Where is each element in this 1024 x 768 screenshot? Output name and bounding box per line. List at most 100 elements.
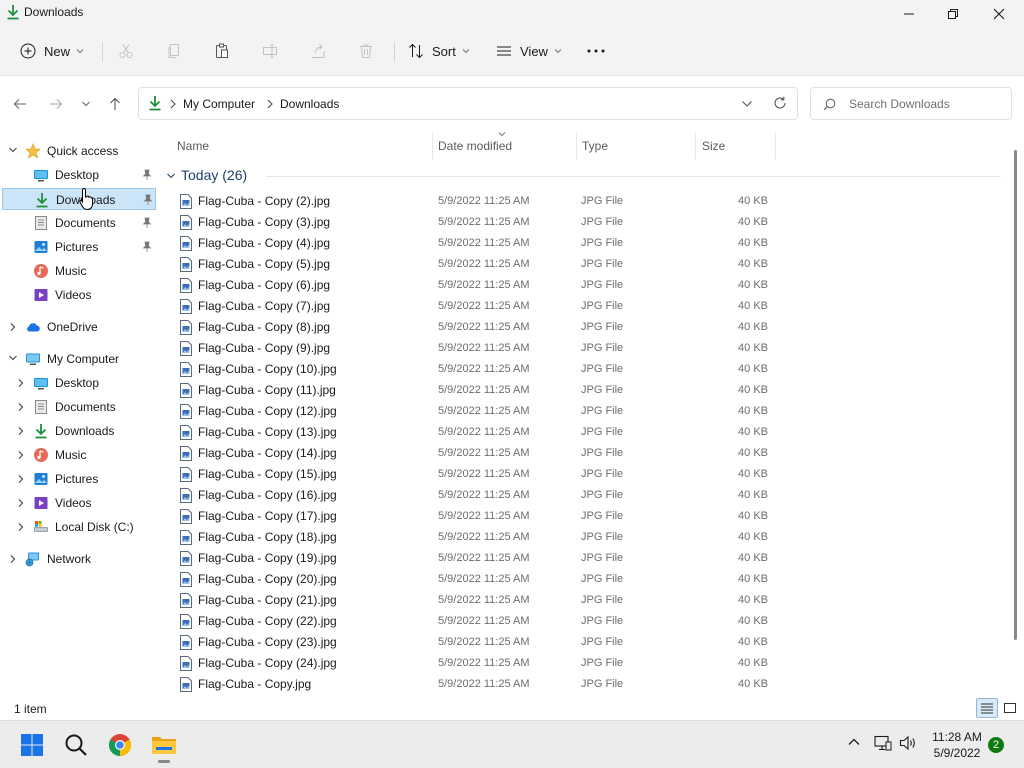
chevron-right-icon[interactable] [17,522,25,532]
chevron-right-icon[interactable] [17,450,25,460]
file-row[interactable]: Flag-Cuba - Copy (2).jpg 5/9/2022 11:25 A… [176,191,776,212]
file-row[interactable]: Flag-Cuba - Copy (8).jpg 5/9/2022 11:25 A… [176,317,776,338]
sidebar-item-computer-documents[interactable]: Documents [2,396,156,418]
close-button[interactable] [976,0,1022,28]
paste-button[interactable] [214,38,230,64]
chrome-taskbar-button[interactable] [104,729,136,761]
chevron-down-icon[interactable] [8,354,18,362]
start-button[interactable] [16,729,48,761]
sort-button[interactable]: Sort [408,38,470,64]
chevron-right-icon[interactable] [17,426,25,436]
chevron-right-icon[interactable] [9,322,17,332]
sidebar-item-computer-desktop[interactable]: Desktop [2,372,156,394]
sidebar-item-documents[interactable]: Documents [2,212,156,234]
network-tray-icon[interactable] [874,735,892,751]
file-row[interactable]: Flag-Cuba - Copy (24).jpg 5/9/2022 11:25 … [176,653,776,674]
refresh-icon[interactable] [773,96,787,110]
chevron-right-icon[interactable] [9,554,17,564]
column-divider[interactable] [695,133,696,159]
file-row[interactable]: Flag-Cuba - Copy (11).jpg 5/9/2022 11:25 … [176,380,776,401]
chevron-down-icon[interactable] [8,146,18,154]
column-header-name[interactable]: Name [177,139,209,153]
sidebar-item-local-disk[interactable]: Local Disk (C:) [2,516,156,538]
group-header-today[interactable]: Today (26) [166,167,1002,187]
file-row[interactable]: Flag-Cuba - Copy (18).jpg 5/9/2022 11:25 … [176,527,776,548]
sidebar-item-computer-pictures[interactable]: Pictures [2,468,156,490]
sidebar-item-desktop[interactable]: Desktop [2,164,156,186]
column-header-type[interactable]: Type [582,139,608,153]
file-row[interactable]: Flag-Cuba - Copy (19).jpg 5/9/2022 11:25 … [176,548,776,569]
file-row[interactable]: Flag-Cuba - Copy (6).jpg 5/9/2022 11:25 A… [176,275,776,296]
column-header-date[interactable]: Date modified [438,139,512,153]
file-row[interactable]: Flag-Cuba - Copy (17).jpg 5/9/2022 11:25 … [176,506,776,527]
file-row[interactable]: Flag-Cuba - Copy (22).jpg 5/9/2022 11:25 … [176,611,776,632]
restore-button[interactable] [930,0,976,28]
pin-icon[interactable] [142,169,152,181]
chevron-right-icon[interactable] [17,402,25,412]
file-row[interactable]: Flag-Cuba - Copy (3).jpg 5/9/2022 11:25 A… [176,212,776,233]
column-header-size[interactable]: Size [702,139,725,153]
file-row[interactable]: Flag-Cuba - Copy.jpg 5/9/2022 11:25 AM JPG… [176,674,776,695]
sidebar-item-videos[interactable]: Videos [2,284,156,306]
view-button[interactable]: View [496,38,562,64]
column-divider[interactable] [576,133,577,159]
vertical-scrollbar[interactable] [1014,150,1017,640]
file-row[interactable]: Flag-Cuba - Copy (12).jpg 5/9/2022 11:25 … [176,401,776,422]
back-button[interactable] [10,94,30,114]
forward-button[interactable] [46,94,66,114]
share-button[interactable] [310,38,326,64]
copy-button[interactable] [166,38,182,64]
file-row[interactable]: Flag-Cuba - Copy (9).jpg 5/9/2022 11:25 A… [176,338,776,359]
file-row[interactable]: Flag-Cuba - Copy (4).jpg 5/9/2022 11:25 A… [176,233,776,254]
new-button[interactable]: New [20,38,84,64]
taskbar-clock[interactable]: 11:28 AM 5/9/2022 [926,729,988,761]
sidebar-item-music[interactable]: Music [2,260,156,282]
breadcrumb-my-computer[interactable]: My Computer [183,97,255,111]
column-divider[interactable] [432,133,433,159]
large-icons-view-button[interactable] [999,698,1021,718]
rename-button[interactable] [262,38,278,64]
chevron-down-icon[interactable] [741,99,753,109]
file-row[interactable]: Flag-Cuba - Copy (15).jpg 5/9/2022 11:25 … [176,464,776,485]
file-row[interactable]: Flag-Cuba - Copy (20).jpg 5/9/2022 11:25 … [176,569,776,590]
chevron-right-icon[interactable] [17,498,25,508]
sidebar-item-quick-access[interactable]: Quick access [2,140,156,162]
search-box[interactable] [810,87,1012,120]
chevron-right-icon[interactable] [17,378,25,388]
cut-button[interactable] [118,38,134,64]
file-row[interactable]: Flag-Cuba - Copy (21).jpg 5/9/2022 11:25 … [176,590,776,611]
sidebar-item-network[interactable]: Network [2,548,156,570]
file-row[interactable]: Flag-Cuba - Copy (7).jpg 5/9/2022 11:25 A… [176,296,776,317]
chevron-up-icon[interactable] [847,735,861,749]
sidebar-item-onedrive[interactable]: OneDrive [2,316,156,338]
volume-icon[interactable] [899,735,917,751]
more-options-button[interactable] [586,38,606,64]
chevron-down-icon[interactable] [166,172,176,180]
file-row[interactable]: Flag-Cuba - Copy (16).jpg 5/9/2022 11:25 … [176,485,776,506]
minimize-button[interactable] [886,0,932,28]
pin-icon[interactable] [143,194,153,206]
sidebar-item-computer-music[interactable]: Music [2,444,156,466]
pin-icon[interactable] [142,241,152,253]
address-bar[interactable]: My Computer Downloads [138,87,798,120]
sidebar-item-pictures[interactable]: Pictures [2,236,156,258]
file-row[interactable]: Flag-Cuba - Copy (23).jpg 5/9/2022 11:25 … [176,632,776,653]
file-row[interactable]: Flag-Cuba - Copy (10).jpg 5/9/2022 11:25 … [176,359,776,380]
recent-locations-button[interactable] [76,94,96,114]
up-button[interactable] [105,94,125,114]
sidebar-item-my-computer[interactable]: My Computer [2,348,156,370]
search-taskbar-button[interactable] [60,729,92,761]
details-view-button[interactable] [976,698,998,718]
file-row[interactable]: Flag-Cuba - Copy (14).jpg 5/9/2022 11:25 … [176,443,776,464]
delete-button[interactable] [358,38,374,64]
pin-icon[interactable] [142,217,152,229]
file-row[interactable]: Flag-Cuba - Copy (5).jpg 5/9/2022 11:25 A… [176,254,776,275]
chevron-right-icon[interactable] [17,474,25,484]
notification-badge[interactable]: 2 [988,737,1004,753]
sidebar-item-computer-videos[interactable]: Videos [2,492,156,514]
breadcrumb-downloads[interactable]: Downloads [280,97,339,111]
search-input[interactable] [849,95,1004,113]
file-row[interactable]: Flag-Cuba - Copy (13).jpg 5/9/2022 11:25 … [176,422,776,443]
file-explorer-taskbar-button[interactable] [148,729,180,763]
column-divider[interactable] [775,133,776,159]
